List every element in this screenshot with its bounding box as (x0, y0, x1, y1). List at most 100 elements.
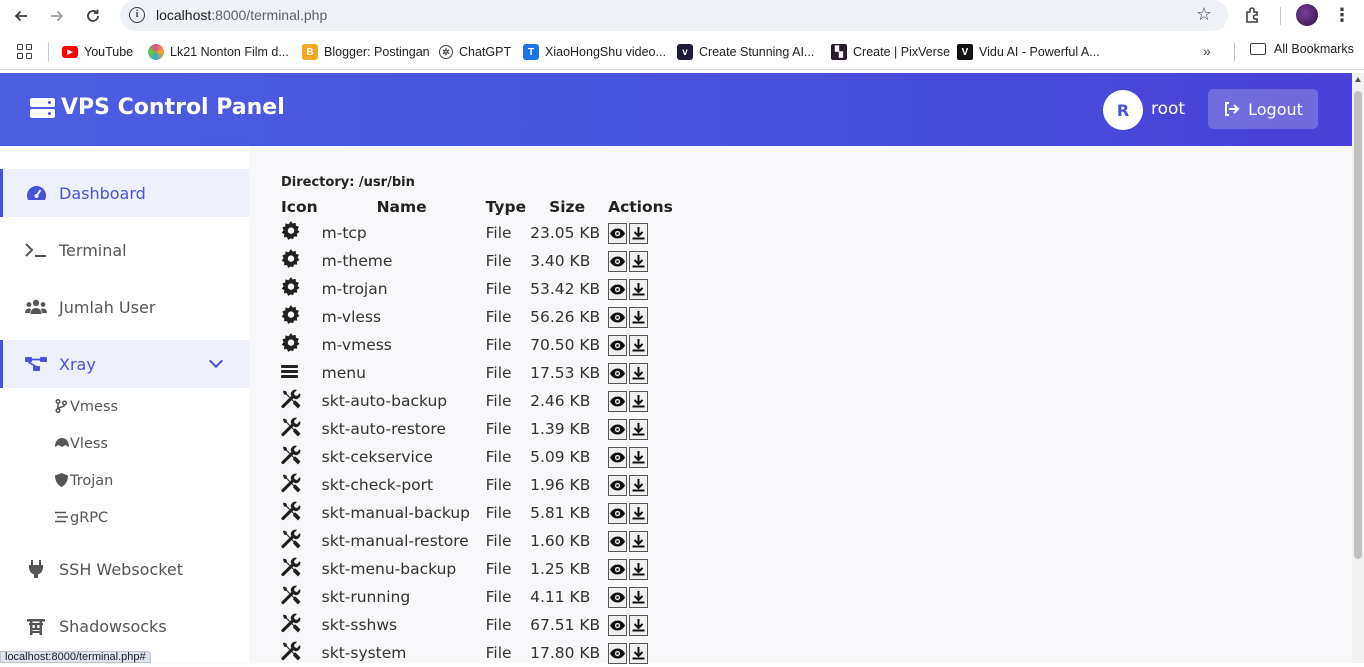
file-actions (606, 275, 676, 303)
view-button[interactable] (608, 362, 628, 384)
view-button[interactable] (608, 502, 628, 524)
sidebar-item-xray[interactable]: Xray (0, 340, 249, 388)
sidebar-item-shadowsocks[interactable]: Shadowsocks (0, 602, 249, 650)
file-icon-cell (279, 471, 320, 499)
sidebar-item-jumlah-user[interactable]: Jumlah User (0, 283, 249, 331)
scrollbar-thumb[interactable] (1354, 91, 1362, 559)
bookmark-pixverse[interactable]: ▚ Create | PixVerse (831, 42, 950, 62)
browser-toolbar: i localhost:8000/terminal.php ☆ ⋮ (0, 0, 1364, 32)
site-info-icon[interactable]: i (129, 7, 145, 23)
page-scrollbar[interactable] (1352, 73, 1364, 663)
scroll-up-arrow-icon[interactable] (1355, 77, 1361, 82)
file-actions (606, 583, 676, 611)
sidebar-item-dashboard[interactable]: Dashboard (0, 169, 249, 217)
file-name: skt-check-port (321, 476, 434, 494)
download-button[interactable] (629, 530, 649, 552)
file-name: skt-menu-backup (321, 560, 457, 578)
forward-button[interactable] (45, 4, 69, 28)
view-button[interactable] (608, 390, 628, 412)
download-button[interactable] (629, 250, 649, 272)
brand[interactable]: VPS Control Panel (30, 95, 285, 120)
view-button[interactable] (608, 446, 628, 468)
reload-button[interactable] (81, 4, 105, 28)
download-button[interactable] (629, 502, 649, 524)
download-button[interactable] (629, 334, 649, 356)
bookmark-blogger[interactable]: B Blogger: Postingan (302, 42, 430, 62)
bookmark-vidu[interactable]: V Vidu AI - Powerful A... (957, 42, 1100, 62)
view-button[interactable] (608, 530, 628, 552)
file-name: skt-auto-backup (321, 392, 448, 410)
view-button[interactable] (608, 558, 628, 580)
column-header-size: Size (549, 198, 586, 216)
sidebar-item-ssh-websocket[interactable]: SSH Websocket (0, 545, 249, 593)
download-button[interactable] (629, 446, 649, 468)
file-type: File (485, 392, 512, 410)
download-button[interactable] (629, 614, 649, 636)
view-button[interactable] (608, 334, 628, 356)
users-icon (25, 297, 47, 317)
profile-avatar[interactable] (1296, 4, 1318, 26)
bookmark-xiaohongshu[interactable]: T XiaoHongShu video... (523, 42, 666, 62)
file-type: File (485, 280, 512, 298)
download-button[interactable] (629, 586, 649, 608)
bookmark-create-ai[interactable]: v Create Stunning AI... (677, 42, 814, 62)
file-size: 67.51 KB (530, 616, 601, 634)
download-button[interactable] (629, 474, 649, 496)
file-size: 2.46 KB (530, 392, 591, 410)
chevron-down-icon[interactable] (208, 353, 224, 369)
table-row: m-tcp File 23.05 KB (279, 219, 676, 247)
file-size: 1.25 KB (530, 560, 591, 578)
back-button[interactable] (9, 4, 33, 28)
view-button[interactable] (608, 586, 628, 608)
bookmark-chatgpt[interactable]: ✲ ChatGPT (439, 42, 511, 62)
sidebar-subitem-label: Vmess (70, 399, 119, 415)
file-actions (606, 415, 676, 443)
file-size: 5.81 KB (530, 504, 591, 522)
table-row: m-trojan File 53.42 KB (279, 275, 676, 303)
file-name: m-tcp (321, 224, 367, 242)
bookmarks-divider (1234, 43, 1235, 61)
mask-icon (55, 437, 69, 451)
browser-menu-icon[interactable]: ⋮ (1333, 5, 1351, 26)
table-row: skt-cekservice File 5.09 KB (279, 443, 676, 471)
view-button[interactable] (608, 278, 628, 300)
all-bookmarks[interactable]: All Bookmarks (1250, 42, 1354, 56)
more-bookmarks-icon[interactable]: » (1203, 43, 1211, 59)
download-button[interactable] (629, 418, 649, 440)
directory-label: Directory: /usr/bin (281, 175, 415, 190)
bookmark-lk21[interactable]: Lk21 Nonton Film d... (148, 42, 289, 62)
file-size: 5.09 KB (530, 448, 591, 466)
vidu-icon: V (957, 44, 973, 60)
tools-icon (281, 529, 302, 550)
bookmark-youtube[interactable]: ▶ YouTube (62, 42, 133, 62)
download-button[interactable] (629, 362, 649, 384)
ai-icon: v (677, 44, 693, 60)
download-button[interactable] (629, 278, 649, 300)
view-button[interactable] (608, 306, 628, 328)
sidebar-item-terminal[interactable]: Terminal (0, 226, 249, 274)
sidebar-subitem-grpc[interactable]: gRPC (55, 508, 108, 528)
server-icon (30, 97, 55, 119)
sidebar-subitem-vless[interactable]: Vless (55, 434, 108, 454)
apps-grid-icon[interactable] (17, 44, 33, 60)
address-bar[interactable]: i localhost:8000/terminal.php ☆ (120, 0, 1228, 31)
download-button[interactable] (629, 222, 649, 244)
url-text[interactable]: localhost:8000/terminal.php (156, 7, 327, 23)
view-button[interactable] (608, 614, 628, 636)
view-button[interactable] (608, 418, 628, 440)
view-button[interactable] (608, 642, 628, 664)
user-avatar[interactable]: R (1103, 90, 1143, 130)
sidebar-subitem-vmess[interactable]: Vmess (55, 397, 118, 417)
view-button[interactable] (608, 222, 628, 244)
download-button[interactable] (629, 390, 649, 412)
logout-button[interactable]: Logout (1208, 89, 1318, 129)
extensions-icon[interactable] (1243, 6, 1263, 26)
bookmark-label: Vidu AI - Powerful A... (979, 45, 1100, 59)
view-button[interactable] (608, 474, 628, 496)
view-button[interactable] (608, 250, 628, 272)
download-button[interactable] (629, 642, 649, 664)
bookmark-star-icon[interactable]: ☆ (1196, 4, 1212, 25)
download-button[interactable] (629, 558, 649, 580)
sidebar-subitem-trojan[interactable]: Trojan (55, 471, 113, 491)
download-button[interactable] (629, 306, 649, 328)
